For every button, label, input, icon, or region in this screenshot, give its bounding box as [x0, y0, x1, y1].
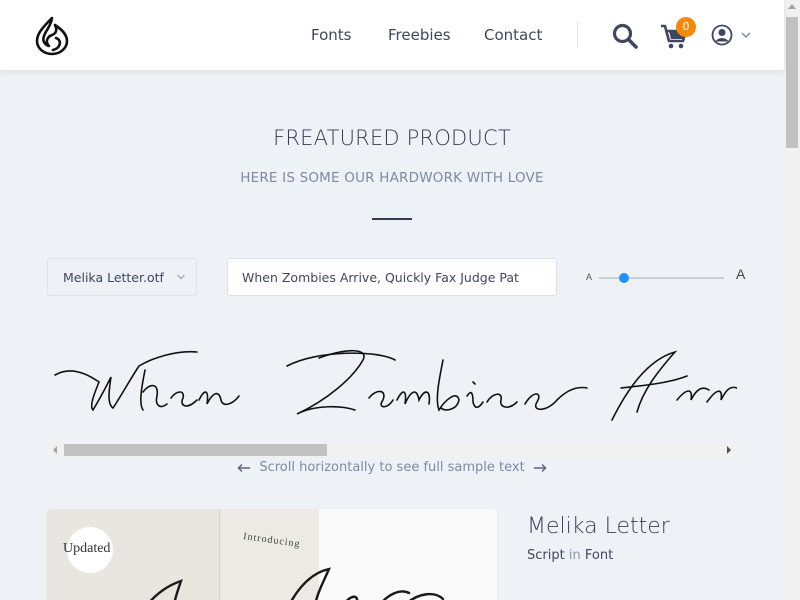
scroll-right-arrow-icon[interactable] [727, 446, 731, 454]
sample-text-input[interactable] [227, 258, 557, 296]
product-name[interactable]: Melika Letter [527, 514, 670, 539]
search-icon[interactable] [611, 22, 639, 50]
font-select-value: Melika Letter.otf [63, 270, 164, 285]
product-type[interactable]: Font [585, 548, 613, 563]
size-small-label: A [586, 272, 593, 282]
nav-fonts[interactable]: Fonts [311, 26, 351, 44]
scroll-hint-text: Scroll horizontally to see full sample t… [259, 460, 525, 475]
scroll-up-arrow-icon[interactable] [788, 4, 796, 9]
product-meta-in: in [568, 548, 581, 563]
preview-scrollbar[interactable] [47, 442, 737, 458]
arrow-left-icon [237, 463, 251, 472]
chevron-down-icon [177, 274, 185, 280]
font-select[interactable]: Melika Letter.otf [47, 258, 197, 296]
logo-icon[interactable] [33, 16, 71, 56]
site-header: Fonts Freebies Contact 0 [0, 0, 784, 70]
arrow-right-icon [533, 463, 547, 472]
cart-count-badge: 0 [676, 17, 696, 37]
nav-contact[interactable]: Contact [484, 26, 542, 44]
product-meta: Script in Font [527, 548, 613, 563]
product-card[interactable]: Updated Introducing [47, 509, 497, 600]
preview-scrollbar-thumb[interactable] [64, 444, 327, 456]
scroll-left-arrow-icon[interactable] [53, 446, 57, 454]
font-size-slider[interactable] [599, 277, 724, 279]
chevron-down-icon[interactable] [740, 30, 752, 40]
user-icon[interactable] [711, 24, 733, 46]
nav-freebies[interactable]: Freebies [388, 26, 451, 44]
page-scrollbar[interactable] [784, 0, 800, 600]
section-title: FREATURED PRODUCT [273, 126, 511, 150]
font-size-slider-thumb[interactable] [619, 273, 629, 283]
section-subtitle: HERE IS SOME OUR HARDWORK WITH LOVE [240, 170, 544, 186]
nav-divider [577, 22, 578, 48]
page-scrollbar-thumb[interactable] [786, 17, 798, 148]
font-preview [47, 330, 737, 440]
font-preview-script [54, 349, 737, 421]
product-category[interactable]: Script [527, 548, 565, 563]
scroll-hint: Scroll horizontally to see full sample t… [0, 460, 784, 475]
product-script-art [149, 567, 445, 600]
size-large-label: A [736, 266, 746, 282]
section-divider [372, 218, 412, 220]
